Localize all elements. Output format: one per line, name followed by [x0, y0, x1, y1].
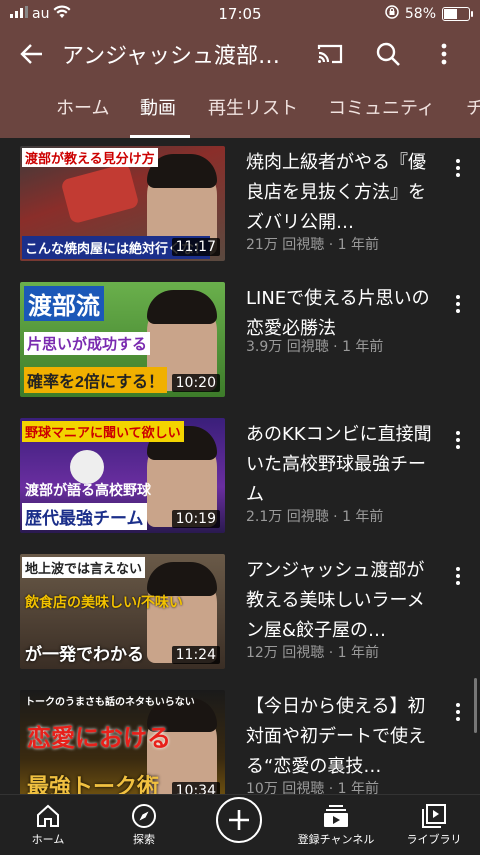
meat-image	[60, 162, 140, 225]
video-title[interactable]: LINEで使える片思いの恋愛必勝法	[246, 284, 442, 344]
battery-percent: 58%	[404, 6, 436, 22]
video-menu-icon[interactable]	[450, 292, 466, 316]
video-thumbnail[interactable]: 渡部が教える見分け方 こんな焼肉屋には絶対行くな！ 11:17	[20, 146, 225, 261]
search-icon[interactable]	[374, 40, 402, 68]
thumbnail-caption-bottom: 確率を2倍にする！	[24, 367, 168, 393]
nav-library-label: ライブラリ	[406, 833, 462, 846]
video-title[interactable]: 【今日から使える】初対面や初デートで使える“恋愛の裏技…	[246, 692, 442, 782]
video-duration: 11:17	[171, 238, 220, 256]
video-item[interactable]: 渡部が教える見分け方 こんな焼肉屋には絶対行くな！ 11:17 焼肉上級者がやる…	[0, 146, 480, 264]
thumbnail-caption-bottom: 最強トーク術	[27, 774, 160, 794]
video-list: 渡部が教える見分け方 こんな焼肉屋には絶対行くな！ 11:17 焼肉上級者がやる…	[0, 138, 480, 794]
nav-subscriptions[interactable]: 登録チャンネル	[290, 795, 382, 855]
video-item[interactable]: 野球マニアに聞いて欲しい 渡部が語る高校野球 歴代最強チーム 10:19 あのK…	[0, 418, 480, 536]
more-options-icon[interactable]	[434, 40, 454, 68]
video-meta: 12万 回視聴 · 1 年前	[246, 645, 379, 661]
thumbnail-caption-top: トークのうまさも話のネタもいらない	[25, 697, 195, 708]
video-item[interactable]: 渡部流 片思いが成功する 確率を2倍にする！ 10:20 LINEで使える片思い…	[0, 282, 480, 400]
thumbnail-caption-top: 渡部が教える見分け方	[22, 148, 158, 167]
channel-title: アンジャッシュ渡部…	[62, 44, 281, 69]
video-duration: 11:24	[171, 646, 220, 664]
subscriptions-icon	[324, 805, 348, 827]
compass-icon	[132, 804, 156, 828]
status-bar: au 17:05 58%	[0, 0, 480, 28]
orientation-lock-icon	[385, 5, 399, 23]
battery-icon	[442, 7, 473, 21]
video-meta: 10万 回視聴 · 1 年前	[246, 781, 379, 794]
video-duration: 10:34	[171, 782, 220, 794]
video-menu-icon[interactable]	[450, 428, 466, 452]
presenter-hair	[147, 562, 217, 596]
nav-subscriptions-label: 登録チャンネル	[297, 833, 375, 846]
video-meta: 3.9万 回視聴 · 1 年前	[246, 339, 384, 355]
video-title[interactable]: アンジャッシュ渡部が教える美味しいラーメン屋&餃子屋の…	[246, 556, 442, 646]
video-thumbnail[interactable]: 渡部流 片思いが成功する 確率を2倍にする！ 10:20	[20, 282, 225, 397]
video-thumbnail[interactable]: 野球マニアに聞いて欲しい 渡部が語る高校野球 歴代最強チーム 10:19	[20, 418, 225, 533]
video-thumbnail[interactable]: 地上波では言えない 飲食店の美味しい/不味い が一発でわかる 11:24	[20, 554, 225, 669]
nav-explore-label: 探索	[133, 833, 155, 846]
nav-home[interactable]: ホーム	[18, 795, 78, 855]
tab-playlists[interactable]: 再生リスト	[208, 92, 298, 138]
status-right: 58%	[385, 5, 473, 23]
nav-library[interactable]: ライブラリ	[398, 795, 470, 855]
plus-icon	[229, 810, 249, 830]
back-arrow-icon[interactable]	[18, 40, 46, 68]
video-menu-icon[interactable]	[450, 156, 466, 180]
thumbnail-caption-bottom: 歴代最強チーム	[22, 503, 147, 530]
video-menu-icon[interactable]	[450, 700, 466, 724]
video-menu-icon[interactable]	[450, 564, 466, 588]
app-bar: アンジャッシュ渡部… ホーム 動画 再生リスト コミュニティ チ	[0, 28, 480, 138]
tab-videos[interactable]: 動画	[130, 92, 190, 138]
thumbnail-caption-mid: 片思いが成功する	[24, 332, 151, 355]
video-title[interactable]: 焼肉上級者がやる『優良店を見抜く方法』をズバリ公開…	[246, 148, 442, 238]
baseball-image	[70, 450, 104, 484]
thumbnail-caption-top: 渡部流	[24, 286, 104, 321]
video-duration: 10:19	[171, 510, 220, 528]
nav-home-label: ホーム	[31, 833, 65, 846]
thumbnail-caption-mid: 恋愛における	[27, 725, 171, 752]
video-thumbnail[interactable]: トークのうまさも話のネタもいらない 恋愛における 最強トーク術 10:34	[20, 690, 225, 794]
thumbnail-caption-bottom: が一発でわかる	[25, 645, 144, 664]
cast-icon[interactable]	[316, 40, 344, 68]
thumbnail-caption-top: 地上波では言えない	[22, 557, 146, 578]
video-duration: 10:20	[171, 374, 220, 392]
library-icon	[422, 804, 446, 828]
thumbnail-caption-top: 野球マニアに聞いて欲しい	[22, 421, 184, 442]
home-icon	[37, 804, 59, 827]
create-button[interactable]	[216, 797, 262, 843]
tab-community[interactable]: コミュニティ	[328, 92, 435, 138]
tab-home[interactable]: ホーム	[56, 92, 109, 138]
video-meta: 21万 回視聴 · 1 年前	[246, 237, 379, 253]
nav-explore[interactable]: 探索	[114, 795, 174, 855]
channel-tabs: ホーム 動画 再生リスト コミュニティ チ	[0, 92, 480, 138]
video-item[interactable]: 地上波では言えない 飲食店の美味しい/不味い が一発でわかる 11:24 アンジ…	[0, 554, 480, 672]
video-item[interactable]: トークのうまさも話のネタもいらない 恋愛における 最強トーク術 10:34 【今…	[0, 690, 480, 794]
thumbnail-caption-mid: 飲食店の美味しい/不味い	[25, 594, 183, 610]
presenter-hair	[147, 290, 217, 324]
video-title[interactable]: あのKKコンビに直接聞いた高校野球最強チーム	[246, 420, 442, 510]
video-meta: 2.1万 回視聴 · 1 年前	[246, 509, 384, 525]
scrollbar[interactable]	[474, 678, 477, 733]
thumbnail-caption-mid: 渡部が語る高校野球	[25, 482, 151, 498]
tab-channels[interactable]: チ	[466, 92, 480, 138]
bottom-navigation: ホーム 探索 登録チャンネル ライブラリ	[0, 794, 480, 855]
